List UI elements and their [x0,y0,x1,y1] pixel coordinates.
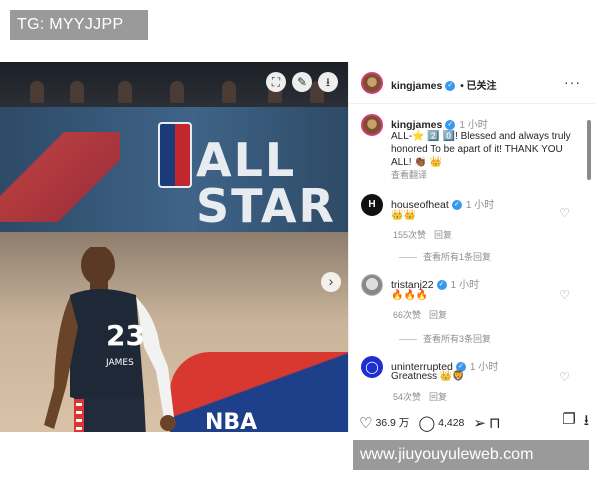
comment-text: 🔥🔥🔥 [391,290,429,301]
post-author: kingjames ✓ • 已关注 [391,77,497,92]
comment-time: 1 小时 [465,200,495,211]
view-replies-link[interactable]: 查看所有3条回复 [399,332,491,345]
comment-header: tristanj22 ✓ 1 小时 [391,276,479,291]
watermark-bottom: www.jiuyouyuleweb.com [353,440,589,470]
photo-actions: ⛶ ✎ ⭳ [266,72,338,92]
caption-text: ALL-⭐ 2️⃣ 0️⃣! Blessed and always truly … [391,131,571,168]
comment-likes[interactable]: 54次赞 [393,392,421,402]
player-figure: 23 JAMES [44,247,176,432]
action-bar-right: ❐ ⭳ [562,410,589,435]
edit-icon[interactable]: ✎ [292,72,312,92]
avatar[interactable]: ◯ [361,356,383,378]
comment-text: Greatness 👑🦁 [391,371,465,382]
verified-icon: ✓ [445,81,456,92]
avatar[interactable]: H [361,194,383,216]
comment-time: 1 小时 [469,362,499,373]
comment-likes[interactable]: 66次赞 [393,310,421,320]
view-replies-link[interactable]: 查看所有1条回复 [399,250,491,263]
all-star-board-text: ALL STAR [196,133,336,233]
download-icon[interactable]: ⭳ [318,72,338,92]
post-panel: kingjames ✓ • 已关注 ··· kingjames ✓ 1 小时 ALL-… [348,62,595,435]
comment-likes[interactable]: 155次赞 [393,230,426,240]
nba-logo [158,122,192,188]
like-icon[interactable]: ♡ [359,414,372,432]
comment-header: houseofheat ✓ 1 小时 [391,196,494,211]
comment-count: 4,428 [438,416,465,429]
comment-like-icon[interactable]: ♡ [559,370,570,384]
comment-meta: 155次赞 回复 [393,228,452,241]
floor-nba-text: NBA [205,410,258,432]
post-photo: ALL STAR NBA 23 JAMES ⛶ ✎ ⭳ › [0,62,348,432]
copy-icon[interactable]: ❐ [562,410,575,435]
action-bar: ♡ 36.9 万 ◯ 4,428 ➢ ⊓ ❐ ⭳ [359,410,589,435]
scrollbar[interactable] [587,120,591,180]
comment-icon[interactable]: ◯ [418,414,435,432]
arena-board-accent [0,132,120,222]
like-count: 36.9 万 [375,417,410,429]
reply-button[interactable]: 回复 [429,392,447,402]
reply-button[interactable]: 回复 [429,310,447,320]
reply-button[interactable]: 回复 [434,230,452,240]
comment-like-icon[interactable]: ♡ [559,206,570,220]
comment-meta: 66次赞 回复 [393,308,447,321]
translate-link[interactable]: 查看翻译 [391,168,427,181]
comment-meta: 54次赞 回复 [393,390,447,403]
share-icon[interactable]: ➢ [473,414,486,432]
avatar[interactable] [361,274,383,296]
avatar[interactable] [361,72,383,94]
jersey-name: JAMES [105,358,134,368]
bookmark-icon[interactable]: ⊓ [489,414,501,432]
comment-like-icon[interactable]: ♡ [559,288,570,302]
more-options-button[interactable]: ··· [564,74,581,90]
avatar[interactable] [361,114,383,136]
comment-text: 👑👑 [391,210,416,221]
post-header: kingjames ✓ • 已关注 ··· [349,62,595,104]
watermark-top: TG: MYYJJPP [10,10,148,40]
expand-icon[interactable]: ⛶ [266,72,286,92]
jersey-number: 23 [106,319,145,352]
verified-icon: ✓ [436,280,447,291]
verified-icon: ✓ [445,120,456,131]
next-photo-button[interactable]: › [321,272,341,292]
comment-time: 1 小时 [450,280,479,291]
download-icon[interactable]: ⭳ [584,410,589,435]
caption-header: kingjames ✓ 1 小时 [391,116,488,131]
author-username[interactable]: kingjames [391,80,442,92]
follow-status[interactable]: • 已关注 [460,81,496,92]
verified-icon: ✓ [451,200,462,211]
